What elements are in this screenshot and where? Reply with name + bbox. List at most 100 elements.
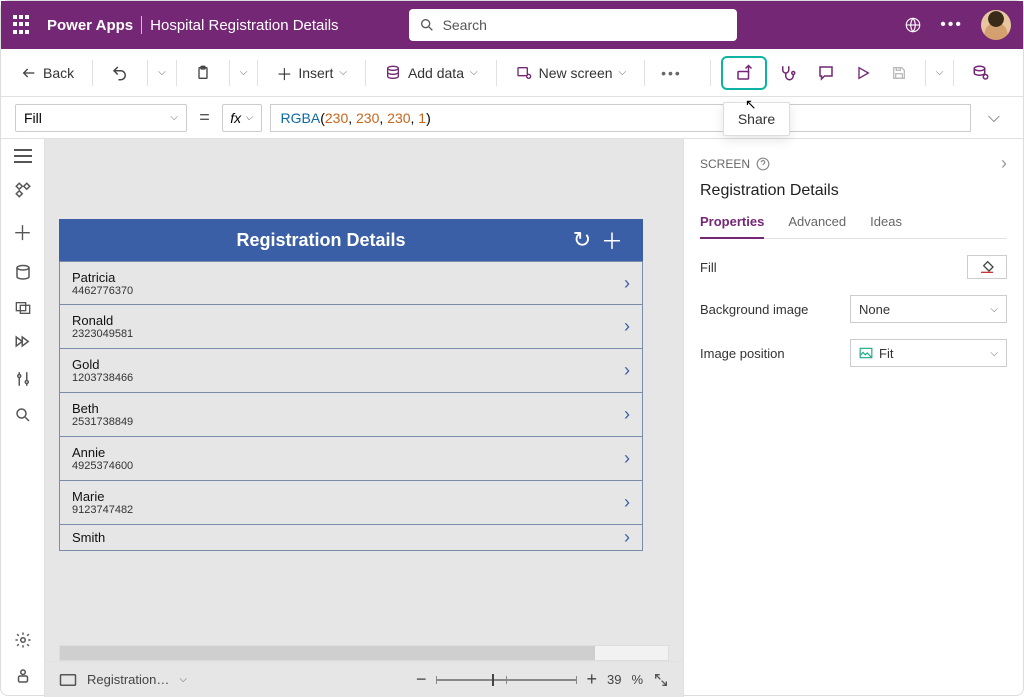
power-automate-icon[interactable] <box>13 334 33 352</box>
zoom-value: 39 <box>607 672 621 687</box>
back-button[interactable]: Back <box>13 61 82 85</box>
app-name-label: Hospital Registration Details <box>150 17 338 34</box>
canvas-footer: Registration… ⌵ − + 39 % <box>45 661 683 697</box>
bgimg-dropdown[interactable]: None ⌵ <box>850 295 1007 323</box>
fx-button[interactable]: fx ⌵ <box>222 104 262 132</box>
panel-title: Registration Details <box>700 182 1007 200</box>
overflow-icon[interactable]: ••• <box>655 65 688 81</box>
row-name: Patricia <box>72 270 624 285</box>
list-item[interactable]: Beth2531738849› <box>59 393 643 437</box>
screen-icon <box>59 673 77 687</box>
preview-button[interactable] <box>847 61 879 85</box>
canvas-area: Registration Details ↻ ＋ Patricia4462776… <box>45 139 683 697</box>
chevron-right-icon: › <box>624 448 630 469</box>
chevron-right-icon: › <box>624 360 630 381</box>
help-icon[interactable] <box>756 157 770 171</box>
back-arrow-icon <box>21 65 37 81</box>
insert-rail-icon[interactable]: ＋ <box>13 217 33 246</box>
more-icon[interactable]: ••• <box>940 16 963 34</box>
app-launcher-icon[interactable] <box>13 15 33 35</box>
data-rail-icon[interactable] <box>14 264 32 282</box>
refresh-icon[interactable]: ↻ <box>567 227 597 253</box>
chevron-down-icon: ⌵ <box>988 109 1000 126</box>
search-rail-icon[interactable] <box>14 406 32 424</box>
global-search-input[interactable]: Search <box>409 9 737 41</box>
settings-icon[interactable] <box>14 631 32 649</box>
share-button[interactable]: ↖ Share <box>721 56 767 90</box>
horizontal-scrollbar[interactable] <box>59 645 669 661</box>
row-name: Marie <box>72 489 624 504</box>
play-icon <box>855 65 871 81</box>
app-checker-button[interactable] <box>771 60 805 86</box>
expand-formula-button[interactable]: ⌵ <box>979 109 1009 127</box>
chevron-down-icon: ⌵ <box>339 67 347 78</box>
app-preview[interactable]: Registration Details ↻ ＋ Patricia4462776… <box>59 219 643 551</box>
chevron-down-icon[interactable]: ⌵ <box>179 674 187 685</box>
list-item[interactable]: Annie4925374600› <box>59 437 643 481</box>
add-data-button[interactable]: Add data ⌵ <box>376 61 486 85</box>
new-screen-button[interactable]: New screen ⌵ <box>507 61 635 85</box>
add-icon[interactable]: ＋ <box>597 224 627 256</box>
data-icon <box>384 65 402 81</box>
save-button[interactable] <box>883 61 915 85</box>
zoom-slider[interactable] <box>436 679 576 681</box>
undo-button[interactable] <box>103 60 137 86</box>
media-rail-icon[interactable] <box>13 300 33 316</box>
tab-advanced[interactable]: Advanced <box>788 214 846 238</box>
new-screen-icon <box>515 65 533 81</box>
list-item[interactable]: Gold1203738466› <box>59 349 643 393</box>
zoom-out-button[interactable]: − <box>416 669 427 690</box>
imgpos-label: Image position <box>700 346 840 361</box>
formula-input[interactable]: RGBA(230, 230, 230, 1) <box>270 104 971 132</box>
zoom-in-button[interactable]: + <box>586 669 597 690</box>
equals-sign: = <box>195 107 214 128</box>
chevron-down-icon: ⌵ <box>245 112 253 123</box>
row-name: Gold <box>72 357 624 372</box>
row-name: Ronald <box>72 313 624 328</box>
publish-icon <box>972 64 990 82</box>
zoom-pct: % <box>631 672 643 687</box>
plus-icon: ＋ <box>276 61 292 85</box>
cursor-icon: ↖ <box>745 96 757 113</box>
insert-button[interactable]: ＋ Insert ⌵ <box>268 57 355 89</box>
list-item[interactable]: Marie9123747482› <box>59 481 643 525</box>
save-chevron-icon[interactable]: ⌵ <box>936 67 944 78</box>
undo-chevron-icon[interactable]: ⌵ <box>158 67 166 78</box>
collapse-panel-icon[interactable]: › <box>1001 153 1007 174</box>
row-sub: 1203738466 <box>72 372 624 384</box>
hamburger-icon[interactable] <box>14 149 32 163</box>
panel-tabs: Properties Advanced Ideas <box>700 214 1007 239</box>
share-icon <box>735 64 753 82</box>
user-avatar[interactable] <box>981 10 1011 40</box>
list-item[interactable]: Patricia4462776370› <box>59 261 643 305</box>
paste-chevron-icon[interactable]: ⌵ <box>240 67 248 78</box>
publish-button[interactable] <box>964 60 998 86</box>
left-rail: ＋ <box>1 139 45 697</box>
row-name: Annie <box>72 445 624 460</box>
chevron-down-icon: ⌵ <box>170 112 178 123</box>
save-icon <box>891 65 907 81</box>
chevron-down-icon: ⌵ <box>470 67 478 78</box>
screen-name-label[interactable]: Registration… <box>87 672 169 687</box>
list-item[interactable]: Ronald2323049581› <box>59 305 643 349</box>
list-item[interactable]: Smith› <box>59 525 643 551</box>
fit-to-window-icon[interactable] <box>653 672 669 688</box>
paste-button[interactable] <box>187 60 219 86</box>
tab-properties[interactable]: Properties <box>700 214 764 239</box>
tree-view-icon[interactable] <box>14 181 32 199</box>
virtual-agent-icon[interactable] <box>14 667 32 685</box>
fill-color-button[interactable] <box>967 255 1007 279</box>
panel-breadcrumb: SCREEN <box>700 157 750 171</box>
chevron-right-icon: › <box>624 492 630 513</box>
command-bar: Back ⌵ ⌵ ＋ Insert ⌵ Add data ⌵ New scree… <box>1 49 1023 97</box>
app-preview-title: Registration Details <box>75 230 567 251</box>
property-selector[interactable]: Fill ⌵ <box>15 104 187 132</box>
chevron-right-icon: › <box>624 273 630 294</box>
row-sub: 2323049581 <box>72 328 624 340</box>
tab-ideas[interactable]: Ideas <box>870 214 902 238</box>
advanced-tools-icon[interactable] <box>14 370 32 388</box>
imgpos-dropdown[interactable]: Fit ⌵ <box>850 339 1007 367</box>
environment-icon[interactable] <box>904 16 922 34</box>
comments-button[interactable] <box>809 60 843 86</box>
global-header: Power Apps Hospital Registration Details… <box>1 1 1023 49</box>
